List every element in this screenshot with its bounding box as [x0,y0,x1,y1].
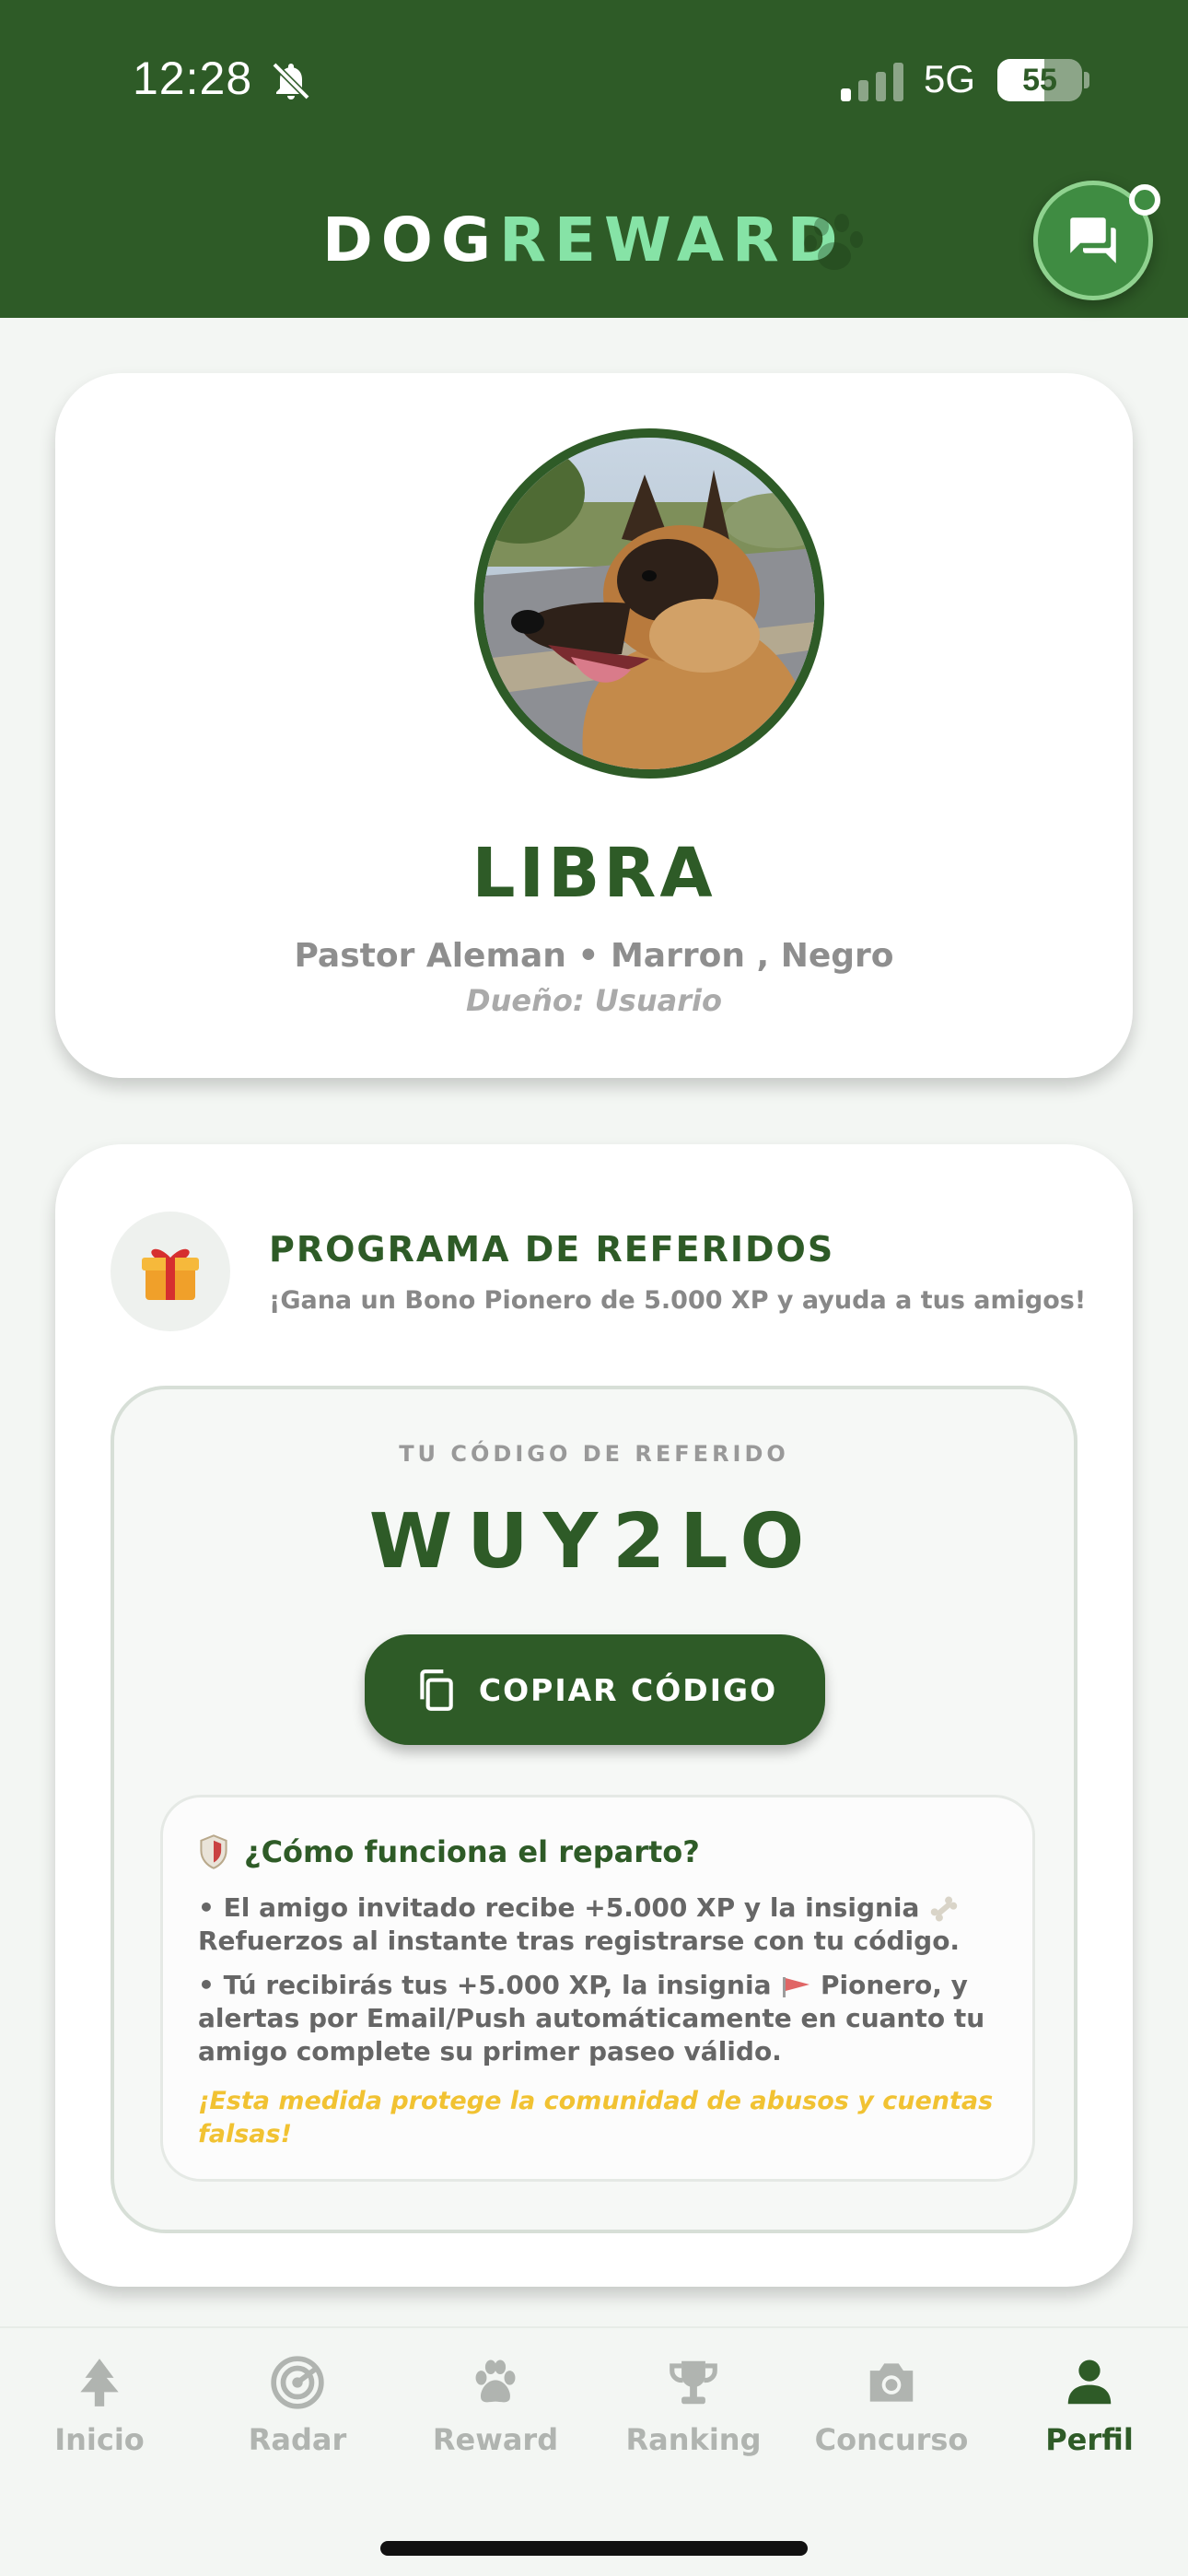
copy-code-label: COPIAR CÓDIGO [478,1671,778,1708]
status-time: 12:28 [133,53,253,104]
gift-icon [142,1248,199,1300]
pet-breed-colors: Pastor Aleman • Marron , Negro [294,937,894,975]
app-logo: DOGREWARD [322,205,846,275]
paw-icon [804,214,863,270]
nav-label-concurso: Concurso [814,2422,969,2457]
cellular-signal-icon [841,63,903,101]
battery-icon: 55 [997,59,1082,101]
nav-item-radar[interactable]: Radar [205,2354,390,2474]
referrer-reward-text: • Tú recibirás tus +5.000 XP, la insigni… [198,1969,1008,2068]
referral-title: PROGRAMA DE REFERIDOS [269,1229,835,1270]
nav-item-reward[interactable]: Reward [403,2354,588,2474]
nav-label-ranking: Ranking [625,2422,762,2457]
anti-abuse-warning: ¡Esta medida protege la comunidad de abu… [198,2087,994,2149]
home-indicator[interactable] [380,2541,808,2556]
pet-avatar[interactable] [474,428,824,779]
online-indicator [1129,184,1160,216]
trophy-icon [670,2360,717,2405]
invitee-reward-line2: Refuerzos al instante tras registrarse c… [198,1926,961,1956]
nav-item-perfil[interactable]: Perfil [997,2354,1182,2474]
logo-text-reward: REWARD [499,205,846,275]
radar-icon [271,2356,324,2409]
nav-label-reward: Reward [432,2422,559,2457]
nav-item-ranking[interactable]: Ranking [601,2354,786,2474]
paw-icon [475,2359,516,2403]
invitee-reward-text: • El amigo invitado recibe +5.000 XP y l… [198,1891,1008,1958]
network-type: 5G [924,57,976,100]
nav-label-radar: Radar [248,2422,347,2457]
nav-label-inicio: Inicio [54,2422,145,2457]
person-icon [1067,2359,1112,2405]
bone-icon [930,1896,958,1922]
nav-label-perfil: Perfil [1045,2422,1134,2457]
nav-item-concurso[interactable]: Concurso [799,2354,984,2474]
referral-code-label: TU CÓDIGO DE REFERIDO [399,1441,789,1467]
pet-owner: Dueño: Usuario [466,983,722,1018]
camera-icon [869,2363,914,2402]
logo-text-dog: DOG [322,205,500,275]
invitee-reward-line1: • El amigo invitado recibe +5.000 XP y l… [198,1892,920,1923]
bell-off-icon [272,62,310,100]
copy-code-button[interactable]: COPIAR CÓDIGO [365,1634,825,1745]
how-it-works-title: ¿Cómo funciona el reparto? [244,1834,700,1869]
referral-code: WUY2LO [368,1498,820,1586]
how-it-works-box: ¿Cómo funciona el reparto? • El amigo in… [160,1795,1035,2182]
app-header: 12:28 5G 55 DOGREWARD [0,0,1188,318]
chat-icon [1070,217,1116,263]
referrer-reward-part1: • Tú recibirás tus +5.000 XP, la insigni… [198,1970,772,2000]
nav-item-inicio[interactable]: Inicio [7,2354,192,2474]
copy-icon [420,1669,453,1711]
battery-cap [1084,72,1089,88]
gift-badge [111,1212,230,1331]
pet-name: LIBRA [472,834,716,913]
bottom-navigation: Inicio Radar Reward Ranking Concurso Per… [0,2326,1188,2576]
referral-card: PROGRAMA DE REFERIDOS ¡Gana un Bono Pion… [55,1144,1133,2287]
referral-code-box: TU CÓDIGO DE REFERIDO WUY2LO COPIAR CÓDI… [111,1386,1077,2233]
battery-level: 55 [1022,63,1057,98]
shield-icon [200,1834,227,1869]
pennant-flag-icon [783,1977,810,1997]
referral-subtitle: ¡Gana un Bono Pionero de 5.000 XP y ayud… [269,1286,1087,1315]
how-it-works-header: ¿Cómo funciona el reparto? [198,1834,700,1869]
tree-icon [80,2359,119,2406]
dog-photo [483,438,815,769]
pet-profile-card: LIBRA Pastor Aleman • Marron , Negro Due… [55,373,1133,1078]
